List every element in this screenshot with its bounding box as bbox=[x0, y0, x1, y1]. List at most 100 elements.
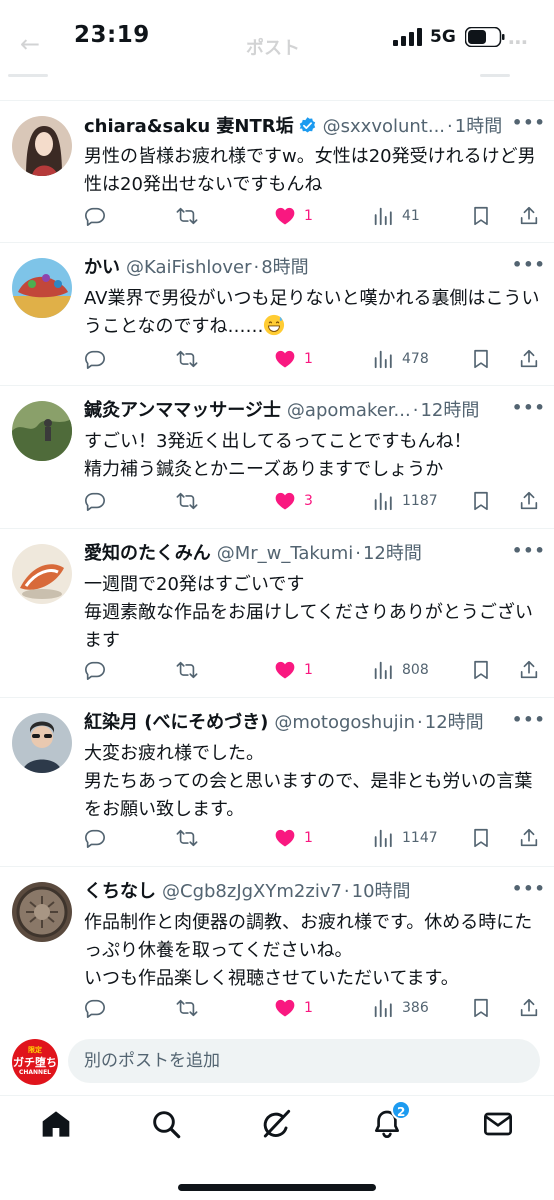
reply-button[interactable] bbox=[84, 201, 114, 231]
tweet[interactable]: chiara&saku 妻NTR垢 @sxxvolunt... · 1時間 ••… bbox=[0, 101, 554, 243]
avatar[interactable] bbox=[12, 258, 72, 318]
author-name[interactable]: 鍼灸アンママッサージ士 bbox=[84, 398, 281, 424]
author-name[interactable]: 紅染月 (べにそめづき) bbox=[84, 710, 268, 736]
bookmark-icon bbox=[474, 660, 488, 680]
tweet-text: 男性の皆様お疲れ様ですw。女性は20発受けれるけど男性は20発出せないですもんね bbox=[84, 146, 536, 195]
author-name[interactable]: chiara&saku 妻NTR垢 bbox=[84, 114, 294, 139]
tweet-actions: 1 808 bbox=[84, 655, 540, 685]
tab-home[interactable] bbox=[40, 1108, 74, 1142]
share-button[interactable] bbox=[518, 344, 540, 374]
timestamp[interactable]: 1時間 bbox=[455, 114, 502, 139]
author-handle[interactable]: @Mr_w_Takumi bbox=[217, 541, 354, 567]
tweet[interactable]: 愛知のたくみん @Mr_w_Takumi · 12時間 ••• 一週間で20発は… bbox=[0, 529, 554, 698]
reply-feed[interactable]: chiara&saku 妻NTR垢 @sxxvolunt... · 1時間 ••… bbox=[0, 101, 554, 1027]
avatar[interactable] bbox=[12, 713, 72, 773]
reply-icon bbox=[85, 207, 105, 226]
more-icon[interactable]: ••• bbox=[512, 255, 545, 279]
like-button[interactable]: 1 bbox=[274, 344, 313, 374]
more-icon[interactable]: ••• bbox=[512, 398, 545, 422]
tweet-body: 紅染月 (べにそめづき) @motogoshujin · 12時間 ••• 大変… bbox=[84, 710, 545, 824]
timestamp[interactable]: 12時間 bbox=[363, 541, 422, 567]
retweet-button[interactable] bbox=[176, 486, 206, 516]
like-button[interactable]: 3 bbox=[274, 486, 313, 516]
heart-filled-icon bbox=[275, 350, 295, 368]
tab-messages[interactable] bbox=[482, 1108, 516, 1142]
tweet[interactable]: かい @KaiFishlover · 8時間 ••• AV業界で男役がいつも足り… bbox=[0, 243, 554, 386]
reply-button[interactable] bbox=[84, 993, 114, 1023]
tweet[interactable]: 紅染月 (べにそめづき) @motogoshujin · 12時間 ••• 大変… bbox=[0, 698, 554, 867]
bookmark-button[interactable] bbox=[470, 344, 492, 374]
tab-search[interactable] bbox=[150, 1108, 184, 1142]
share-icon bbox=[520, 349, 538, 368]
tweet-header: 紅染月 (べにそめづき) @motogoshujin · 12時間 bbox=[84, 710, 540, 736]
tab-grok[interactable] bbox=[260, 1108, 294, 1142]
views-button[interactable]: 386 bbox=[372, 993, 429, 1023]
bookmark-button[interactable] bbox=[470, 201, 492, 231]
more-icon[interactable]: ••• bbox=[512, 710, 545, 734]
bookmark-button[interactable] bbox=[470, 993, 492, 1023]
share-button[interactable] bbox=[518, 655, 540, 685]
like-button[interactable]: 1 bbox=[274, 823, 313, 853]
retweet-button[interactable] bbox=[176, 344, 206, 374]
author-handle[interactable]: @Cgb8zJgXYm2ziv7 bbox=[162, 879, 342, 905]
like-count: 1 bbox=[304, 830, 313, 846]
like-button[interactable]: 1 bbox=[274, 993, 313, 1023]
views-button[interactable]: 808 bbox=[372, 655, 429, 685]
my-avatar[interactable]: 限定 ガチ堕ち CHANNEL bbox=[12, 1039, 58, 1085]
view-count: 808 bbox=[402, 662, 429, 678]
tweet-text: 作品制作と肉便器の調教、お疲れ様です。休める時にたっぷり休養を取ってくださいね。… bbox=[84, 912, 533, 989]
views-button[interactable]: 41 bbox=[372, 201, 420, 231]
views-button[interactable]: 478 bbox=[372, 344, 429, 374]
reply-button[interactable] bbox=[84, 655, 114, 685]
views-button[interactable]: 1187 bbox=[372, 486, 438, 516]
avatar[interactable] bbox=[12, 882, 72, 942]
share-button[interactable] bbox=[518, 823, 540, 853]
tweet[interactable]: くちなし @Cgb8zJgXYm2ziv7 · 10時間 ••• 作品制作と肉便… bbox=[0, 867, 554, 1027]
like-button[interactable]: 1 bbox=[274, 201, 313, 231]
avatar[interactable] bbox=[12, 401, 72, 461]
timestamp[interactable]: 12時間 bbox=[420, 398, 479, 424]
author-name[interactable]: くちなし bbox=[84, 879, 156, 905]
bookmark-button[interactable] bbox=[470, 655, 492, 685]
like-count: 1 bbox=[304, 208, 313, 224]
more-icon[interactable]: ••• bbox=[512, 113, 545, 137]
author-name[interactable]: 愛知のたくみん bbox=[84, 541, 211, 567]
reply-icon bbox=[85, 492, 105, 511]
retweet-button[interactable] bbox=[176, 655, 206, 685]
like-button[interactable]: 1 bbox=[274, 655, 313, 685]
retweet-icon bbox=[176, 207, 198, 225]
timestamp[interactable]: 8時間 bbox=[261, 255, 308, 281]
more-icon[interactable]: ••• bbox=[512, 879, 545, 903]
reply-button[interactable] bbox=[84, 344, 114, 374]
reply-button[interactable] bbox=[84, 823, 114, 853]
bookmark-button[interactable] bbox=[470, 823, 492, 853]
author-handle[interactable]: @sxxvolunt... bbox=[323, 114, 445, 139]
share-button[interactable] bbox=[518, 486, 540, 516]
views-button[interactable]: 1147 bbox=[372, 823, 438, 853]
retweet-button[interactable] bbox=[176, 993, 206, 1023]
author-handle[interactable]: @KaiFishlover bbox=[126, 255, 252, 281]
retweet-button[interactable] bbox=[176, 823, 206, 853]
author-name[interactable]: かい bbox=[84, 255, 120, 281]
avatar[interactable] bbox=[12, 116, 72, 176]
reply-button[interactable] bbox=[84, 486, 114, 516]
author-handle[interactable]: @motogoshujin bbox=[274, 710, 415, 736]
avatar[interactable] bbox=[12, 544, 72, 604]
share-button[interactable] bbox=[518, 201, 540, 231]
share-button[interactable] bbox=[518, 993, 540, 1023]
tweet[interactable]: 鍼灸アンママッサージ士 @apomaker... · 12時間 ••• すごい！… bbox=[0, 386, 554, 529]
retweet-button[interactable] bbox=[176, 201, 206, 231]
grinning-sweat-emoji bbox=[264, 314, 285, 336]
more-icon[interactable]: ••• bbox=[512, 541, 545, 565]
more-options-icon[interactable]: ⋯ bbox=[508, 30, 528, 54]
share-icon bbox=[520, 660, 538, 679]
tweet-text-content: AV業界で男役がいつも足りないと嘆かれる裏側はこういうことなのですね…… bbox=[84, 288, 540, 337]
author-handle[interactable]: @apomaker... bbox=[287, 398, 411, 424]
bookmark-button[interactable] bbox=[470, 486, 492, 516]
add-post-input[interactable] bbox=[68, 1039, 540, 1083]
tab-notifications[interactable]: 2 bbox=[371, 1100, 412, 1142]
like-count: 1 bbox=[304, 1000, 313, 1016]
timestamp[interactable]: 12時間 bbox=[425, 710, 484, 736]
back-arrow-icon[interactable]: ← bbox=[20, 30, 40, 58]
timestamp[interactable]: 10時間 bbox=[352, 879, 411, 905]
